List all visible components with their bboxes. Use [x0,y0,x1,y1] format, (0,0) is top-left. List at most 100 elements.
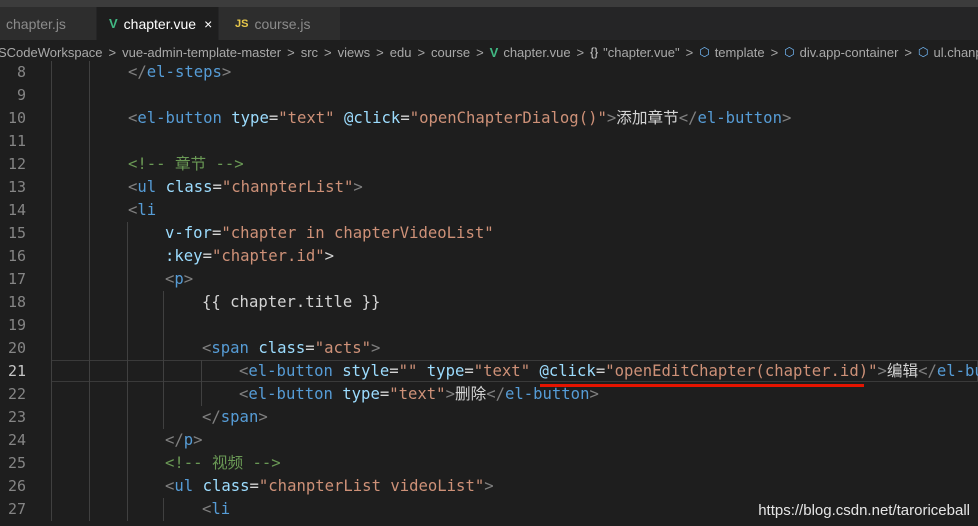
code-text: <ul class="chanpterList"> [128,178,363,196]
cube-icon: ⬡ [918,45,929,59]
vue-icon: V [489,44,499,60]
breadcrumb-item-src[interactable]: src [301,45,318,60]
line-number: 17 [7,270,26,288]
breadcrumb-item-div[interactable]: ⬡ div.app-container [784,45,898,60]
code-text: <!-- 视频 --> [165,454,281,472]
indent-guide [127,245,128,268]
code-line[interactable]: 12 <!-- 章节 --> [0,153,978,176]
code-text: </span> [202,408,268,426]
breadcrumb-item-edu[interactable]: edu [390,45,412,60]
code-line[interactable]: 25 <!-- 视频 --> [0,452,978,475]
breadcrumb-item-file[interactable]: V chapter.vue [490,45,571,60]
code-text: <li [202,500,231,518]
breadcrumb-separator: > [417,44,426,60]
indent-guide [89,475,90,498]
cube-icon: ⬡ [784,45,795,59]
code-line[interactable]: 17 <p> [0,268,978,291]
js-icon: JS [235,17,249,30]
code-text: </p> [165,431,203,449]
breadcrumb-separator: > [770,44,779,60]
line-number: 16 [7,247,26,265]
breadcrumb-item-project[interactable]: vue-admin-template-master [122,45,281,60]
line-number: 10 [7,109,26,127]
code-line[interactable]: 19 [0,314,978,337]
line-number: 19 [7,316,26,334]
code-line[interactable]: 23 </span> [0,406,978,429]
indent-guide [127,268,128,291]
code-text: </el-steps> [128,63,232,81]
breadcrumb-item-workspace[interactable]: SCodeWorkspace [0,45,103,60]
breadcrumb-item-views[interactable]: views [338,45,371,60]
line-number: 11 [7,132,26,150]
code-text: <el-button type="text" @click="openChapt… [128,109,792,127]
line-number: 27 [7,500,26,518]
code-line[interactable]: 9 [0,84,978,107]
code-line[interactable]: 16:key="chapter.id"> [0,245,978,268]
line-number: 26 [7,477,26,495]
line-number: 18 [7,293,26,311]
code-line[interactable]: 14 <li [0,199,978,222]
breadcrumb-separator: > [685,44,694,60]
code-editor[interactable]: 8 </el-steps> 9 10 <el-button type="text" @c… [0,61,978,526]
watermark: https://blog.csdn.net/taroriceball [758,502,970,519]
indent-guide [127,406,128,429]
breadcrumb-separator: > [576,44,585,60]
indent-guide [89,222,90,245]
indent-guide [51,84,52,107]
line-number: 9 [16,86,26,104]
code-line[interactable]: 11 [0,130,978,153]
line-number: 20 [7,339,26,357]
code-line[interactable]: 18 {{ chapter.title }} [0,291,978,314]
indent-guide [127,222,128,245]
code-line[interactable]: 20 <span class="acts"> [0,337,978,360]
breadcrumb-item-module[interactable]: {} "chapter.vue" [590,45,679,60]
braces-icon: {} [590,45,599,59]
code-text: {{ chapter.title }} [202,293,381,311]
indent-guide [51,245,52,268]
code-line[interactable]: 21 <el-button style="" type="text" @click… [0,360,978,383]
indent-guide [89,130,90,153]
indent-guide [127,429,128,452]
indent-guide [127,337,128,360]
indent-guide [51,406,52,429]
tab-course-js[interactable]: JS course.js [219,7,341,40]
indent-guide [51,314,52,337]
indent-guide [51,130,52,153]
line-number: 8 [16,63,26,81]
code-line[interactable]: 15 v-for="chapter in chapterVideoList" [0,222,978,245]
line-number: 13 [7,178,26,196]
indent-guide [89,498,90,521]
breadcrumb-separator: > [376,44,384,60]
indent-guide [163,314,164,337]
breadcrumb-separator: > [904,44,912,60]
code-line[interactable]: 10 <el-button type="text" @click="openCha… [0,107,978,130]
tab-label: course.js [254,15,311,32]
code-line[interactable]: 8 </el-steps> [0,61,978,84]
line-number: 24 [7,431,26,449]
indent-guide [89,291,90,314]
line-number: 25 [7,454,26,472]
tab-chapter-js[interactable]: chapter.js [0,7,97,40]
indent-guide [127,383,128,406]
indent-guide [51,107,52,130]
indent-guide [51,383,52,406]
indent-guide [51,452,52,475]
indent-guide [89,61,90,84]
indent-guide [51,475,52,498]
close-icon[interactable]: × [204,16,212,32]
breadcrumb-item-template[interactable]: ⬡ template [699,45,764,60]
indent-guide [51,429,52,452]
code-line[interactable]: 26 <ul class="chanpterList videoList"> [0,475,978,498]
breadcrumb-item-course[interactable]: course [431,45,470,60]
line-number: 21 [7,362,26,380]
indent-guide [163,291,164,314]
indent-guide [127,291,128,314]
indent-guide [89,245,90,268]
indent-guide [89,153,90,176]
code-line[interactable]: 13 <ul class="chanpterList"> [0,176,978,199]
code-line[interactable]: 24 </p> [0,429,978,452]
breadcrumb-item-ul[interactable]: ⬡ ul.chanp [918,45,978,60]
indent-guide [51,268,52,291]
indent-guide [89,107,90,130]
tab-chapter-vue[interactable]: V chapter.vue × [97,7,219,40]
